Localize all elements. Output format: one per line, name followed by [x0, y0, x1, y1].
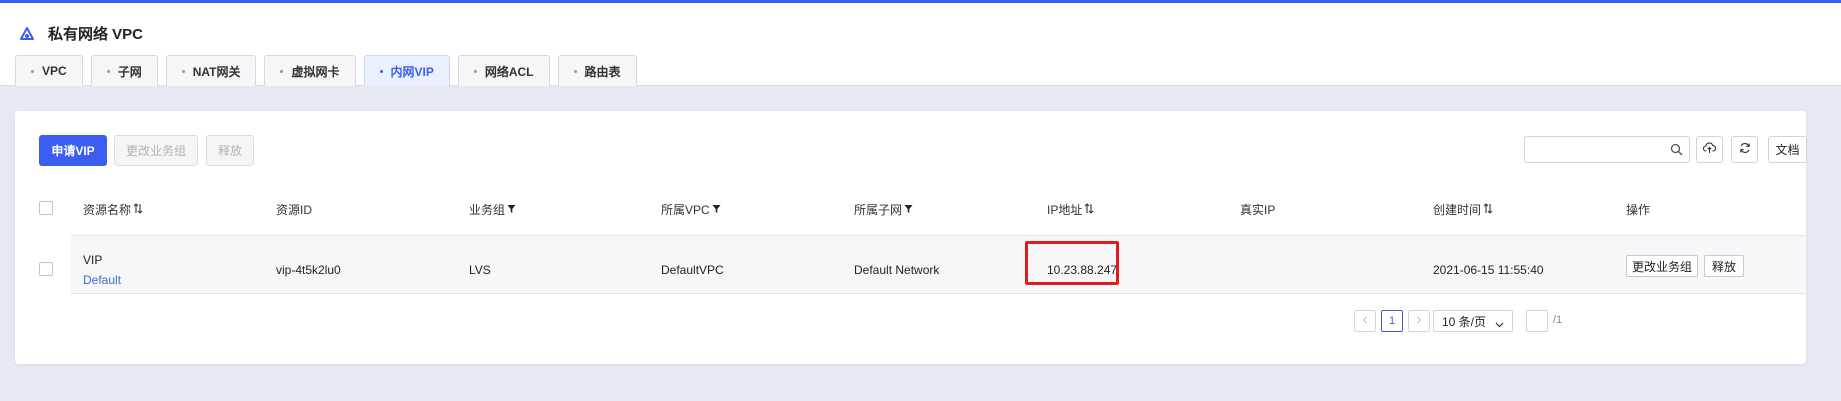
column-header-subnet[interactable]: 所属子网: [854, 201, 913, 218]
chevron-down-icon: [1495, 317, 1504, 331]
tab-virtual-nic[interactable]: 虚拟网卡: [264, 55, 356, 86]
total-pages: /1: [1553, 314, 1563, 326]
tab-dot-icon: [573, 69, 577, 73]
title-row: 私有网络 VPC: [19, 23, 143, 44]
tab-bar: VPC 子网 NAT网关 虚拟网卡 内网VIP 网络ACL 路由表: [15, 55, 645, 86]
tab-dot-icon: [473, 69, 477, 73]
column-header-label: 操作: [1626, 203, 1651, 217]
tab-label: NAT网关: [192, 64, 241, 79]
chevron-right-icon: [1416, 315, 1422, 327]
tab-dot-icon: [106, 69, 110, 73]
search-icon[interactable]: [1670, 143, 1683, 156]
tab-internal-vip[interactable]: 内网VIP: [363, 55, 450, 86]
tab-label: 子网: [117, 64, 142, 79]
column-header-label: 所属子网: [854, 203, 903, 217]
refresh-button[interactable]: [1731, 136, 1758, 163]
docs-button[interactable]: 文档: [1768, 136, 1807, 163]
page-jump-input[interactable]: [1526, 310, 1548, 332]
tab-label: 路由表: [584, 64, 621, 79]
sort-icon[interactable]: [1084, 202, 1094, 217]
cell-subnet: Default Network: [854, 263, 940, 277]
filter-icon[interactable]: [507, 203, 516, 217]
tab-label: VPC: [42, 64, 67, 78]
search-box: [1524, 136, 1690, 163]
tab-dot-icon: [31, 69, 34, 73]
release-button[interactable]: 释放: [206, 135, 254, 166]
row-checkbox[interactable]: [39, 262, 53, 276]
column-header-label: IP地址: [1047, 203, 1083, 217]
column-header-label: 创建时间: [1433, 203, 1482, 217]
column-header-real-ip: 真实IP: [1240, 201, 1275, 218]
page-number-button[interactable]: 1: [1381, 310, 1403, 332]
tab-network-acl[interactable]: 网络ACL: [457, 55, 550, 86]
search-input[interactable]: [1525, 137, 1665, 162]
column-header-created[interactable]: 创建时间: [1433, 201, 1493, 218]
column-header-ip[interactable]: IP地址: [1047, 201, 1094, 218]
tab-label: 虚拟网卡: [291, 64, 340, 79]
cell-created: 2021-06-15 11:55:40: [1433, 263, 1544, 277]
column-header-business-group[interactable]: 业务组: [469, 201, 516, 218]
column-header-name[interactable]: 资源名称: [83, 201, 143, 218]
tab-subnet[interactable]: 子网: [90, 55, 158, 86]
column-header-resource-id: 资源ID: [276, 201, 312, 218]
change-group-button[interactable]: 更改业务组: [114, 135, 198, 166]
page-title: 私有网络 VPC: [48, 26, 144, 43]
cell-vpc: DefaultVPC: [661, 263, 724, 277]
column-header-label: 资源ID: [276, 203, 313, 217]
cell-name: VIP: [83, 253, 103, 267]
tab-route-table[interactable]: 路由表: [557, 55, 637, 86]
sort-icon[interactable]: [133, 202, 143, 217]
column-header-label: 所属VPC: [661, 203, 710, 217]
row-change-group-button[interactable]: 更改业务组: [1626, 255, 1698, 277]
apply-vip-button[interactable]: 申请VIP: [39, 135, 107, 166]
select-all-checkbox[interactable]: [39, 201, 53, 215]
column-header-label: 真实IP: [1240, 203, 1276, 217]
table-row-divider: [71, 293, 1806, 294]
column-header-label: 资源名称: [83, 203, 132, 217]
filter-icon[interactable]: [904, 203, 913, 217]
column-header-actions: 操作: [1626, 201, 1650, 218]
chevron-left-icon: [1362, 315, 1368, 327]
upload-button[interactable]: [1696, 136, 1723, 163]
vpc-cloud-icon: [19, 26, 35, 42]
tab-dot-icon: [280, 69, 284, 73]
cell-business-group: LVS: [469, 263, 491, 277]
vip-list-card: 申请VIP 更改业务组 释放 文档 资源名称 资源ID 业务组 所属VPC 所属…: [15, 111, 1807, 364]
page-size-select[interactable]: 10 条/页: [1433, 310, 1513, 332]
tab-dot-icon: [181, 69, 185, 73]
row-release-button[interactable]: 释放: [1704, 255, 1744, 277]
tab-label: 内网VIP: [390, 64, 434, 79]
next-page-button[interactable]: [1408, 310, 1430, 332]
column-header-label: 业务组: [469, 203, 506, 217]
sort-icon[interactable]: [1483, 202, 1493, 217]
page-header: 私有网络 VPC VPC 子网 NAT网关 虚拟网卡 内网VIP 网络ACL 路…: [0, 3, 1841, 86]
ip-highlight-annotation: [1025, 241, 1119, 285]
column-header-vpc[interactable]: 所属VPC: [661, 201, 721, 218]
tab-vpc[interactable]: VPC: [15, 55, 83, 86]
cell-name-sub: Default: [83, 273, 122, 287]
prev-page-button[interactable]: [1354, 310, 1376, 332]
filter-icon[interactable]: [712, 203, 721, 217]
page-size-label: 10 条/页: [1442, 314, 1487, 329]
refresh-icon: [1739, 142, 1751, 157]
tab-label: 网络ACL: [484, 64, 534, 79]
tab-dot-icon: [379, 69, 383, 73]
tab-nat-gateway[interactable]: NAT网关: [165, 55, 257, 86]
cell-resource-id: vip-4t5k2lu0: [276, 263, 341, 277]
cloud-upload-icon: [1702, 142, 1717, 157]
